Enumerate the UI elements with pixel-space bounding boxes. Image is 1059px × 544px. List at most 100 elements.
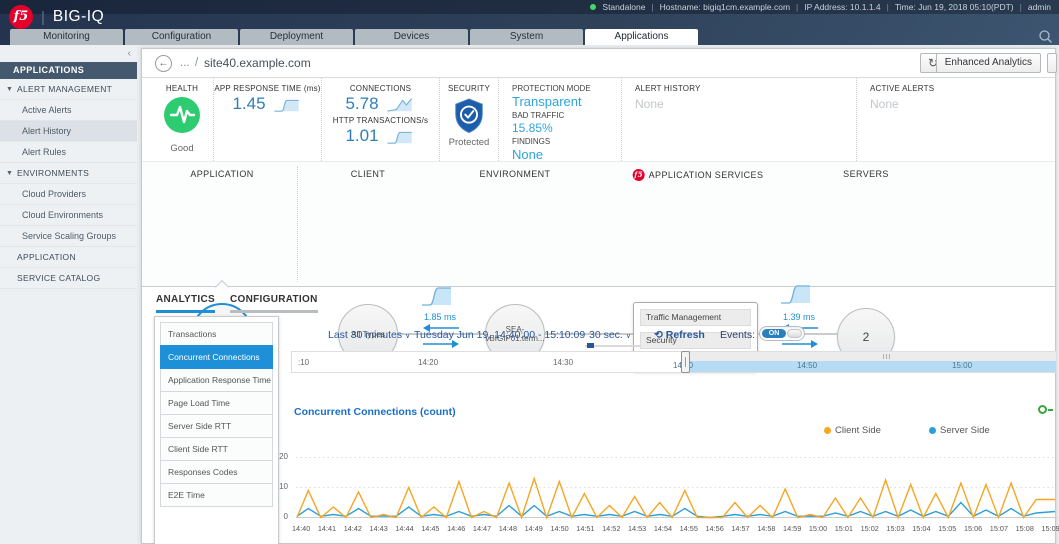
menu-item-server-side-rtt[interactable]: Server Side RTT — [160, 414, 273, 438]
x-tick-label: 15:03 — [886, 524, 904, 533]
x-tick-label: 14:43 — [370, 524, 388, 533]
security-label: SECURITY — [440, 84, 498, 93]
back-button[interactable]: ← — [155, 55, 172, 72]
tab-configuration[interactable]: CONFIGURATION — [230, 294, 318, 313]
menu-item-application-response-time[interactable]: Application Response Time — [160, 368, 273, 392]
sidebar-item-service-catalog[interactable]: SERVICE CATALOG — [0, 268, 137, 289]
interval-slider[interactable] — [585, 345, 641, 347]
f5-logo-icon: f5 — [633, 169, 645, 181]
x-tick-label: 14:44 — [395, 524, 413, 533]
alert-history-card: ALERT HISTORY None — [621, 78, 856, 161]
findings-value[interactable]: None — [512, 147, 621, 162]
interval-dropdown[interactable]: 30 sec.∨ — [589, 329, 631, 341]
tab-applications[interactable]: Applications — [585, 29, 698, 45]
menu-item-responses-codes[interactable]: Responses Codes — [160, 460, 273, 484]
tab-deployment[interactable]: Deployment — [240, 29, 353, 45]
search-icon[interactable] — [1038, 29, 1053, 44]
sidebar-item-label: Alert Rules — [22, 147, 66, 157]
breadcrumb-separator: / — [195, 57, 198, 69]
status-time: Time: Jun 19, 2018 05:10(PDT) — [895, 2, 1014, 12]
sidebar-item-alert-history[interactable]: Alert History — [0, 121, 137, 142]
x-tick-label: 14:49 — [525, 524, 543, 533]
tab-system[interactable]: System — [470, 29, 583, 45]
tab-monitoring[interactable]: Monitoring — [10, 29, 123, 45]
events-toggle[interactable]: ON — [759, 326, 805, 341]
menu-item-e2e-time[interactable]: E2E Time — [160, 483, 273, 507]
divider: | — [887, 2, 889, 12]
timeline-brush-handle[interactable] — [681, 351, 690, 373]
sidebar-item-label: SERVICE CATALOG — [17, 273, 100, 283]
legend-dot-server — [929, 427, 936, 434]
sidebar-item-cloud-providers[interactable]: Cloud Providers — [0, 184, 137, 205]
protection-mode-value[interactable]: Transparent — [512, 94, 621, 109]
sidebar-collapse-icon[interactable]: ‹ — [128, 49, 131, 59]
chart-title: Concurrent Connections (count) — [294, 406, 456, 418]
active-alerts-label: ACTIVE ALERTS — [870, 84, 1056, 93]
alert-history-value: None — [635, 97, 856, 111]
events-label: Events: — [720, 329, 755, 341]
drag-grip-icon[interactable] — [883, 354, 890, 359]
sparkline-step-icon — [271, 95, 303, 113]
flow-application-label: APPLICATION — [190, 169, 253, 179]
legend-client-side[interactable]: Client Side — [824, 425, 881, 436]
page-title: site40.example.com — [204, 56, 311, 70]
legend-server-side[interactable]: Server Side — [929, 425, 990, 436]
x-tick-label: 14:45 — [421, 524, 439, 533]
series-line-client-side — [297, 479, 1055, 518]
shield-check-icon — [451, 97, 487, 135]
timeline-brush[interactable]: :10 14:20 14:30 14:40 14:50 15:00 — [291, 351, 1057, 373]
breadcrumb-bar: ← ... / site40.example.com ↻ ▾ Enhanced … — [142, 49, 1055, 78]
health-card[interactable]: HEALTH Good — [151, 78, 213, 161]
refresh-control[interactable]: ⟲ Refresh — [654, 329, 705, 341]
divider: | — [1020, 2, 1022, 12]
main-nav-tabs: Monitoring Configuration Deployment Devi… — [10, 29, 698, 45]
date-range-label: Tuesday Jun 19, 14:40:00 - 15:10:09 — [414, 329, 585, 341]
timeline-selected-band[interactable] — [689, 361, 1056, 372]
sidebar-item-label: Cloud Providers — [22, 189, 86, 199]
timeline-selected-range[interactable] — [689, 352, 1056, 372]
chevron-down-icon: ▼ — [6, 79, 13, 100]
sidebar-item-cloud-environments[interactable]: Cloud Environments — [0, 205, 137, 226]
enhanced-analytics-button[interactable]: Enhanced Analytics — [936, 53, 1041, 73]
metric-menu: Transactions Concurrent Connections Appl… — [154, 316, 279, 544]
security-card[interactable]: SECURITY Protected — [439, 78, 498, 161]
menu-item-client-side-rtt[interactable]: Client Side RTT — [160, 437, 273, 461]
timeline-tick: 14:30 — [553, 358, 573, 367]
http-transactions-value: 1.01 — [345, 126, 378, 146]
sidebar-item-alert-rules[interactable]: Alert Rules — [0, 142, 137, 163]
tab-devices[interactable]: Devices — [355, 29, 468, 45]
app-response-label: APP RESPONSE TIME (ms) — [214, 84, 321, 93]
x-tick-label: 14:51 — [576, 524, 594, 533]
breadcrumb-ellipsis[interactable]: ... — [180, 57, 190, 69]
x-tick-label: 14:54 — [654, 524, 672, 533]
sidebar-group-alert-management[interactable]: ▼ ALERT MANAGEMENT — [0, 79, 137, 100]
x-tick-label: 14:41 — [318, 524, 336, 533]
partial-button[interactable] — [1047, 53, 1057, 73]
sidebar-group-environments[interactable]: ▼ ENVIRONMENTS — [0, 163, 137, 184]
bad-traffic-value[interactable]: 15.85% — [512, 121, 621, 135]
chart-plot-area[interactable] — [296, 447, 1057, 521]
sidebar-group-label: ENVIRONMENTS — [17, 168, 89, 178]
timeline-selected-track[interactable] — [689, 352, 1056, 361]
x-tick-label: 15:07 — [990, 524, 1008, 533]
user-menu[interactable]: admin — [1028, 2, 1051, 12]
menu-item-transactions[interactable]: Transactions — [160, 322, 273, 346]
x-tick-label: 14:55 — [680, 524, 698, 533]
time-range-dropdown[interactable]: Last 30 minutes∨ — [328, 329, 410, 341]
sidebar-item-service-scaling-groups[interactable]: Service Scaling Groups — [0, 226, 137, 247]
f5-logo-icon: f5 — [9, 5, 33, 29]
sidebar-item-active-alerts[interactable]: Active Alerts — [0, 100, 137, 121]
chevron-down-icon: ∨ — [405, 333, 410, 340]
status-mode: Standalone — [602, 2, 645, 12]
menu-item-page-load-time[interactable]: Page Load Time — [160, 391, 273, 415]
tab-analytics[interactable]: ANALYTICS — [156, 294, 215, 313]
chevron-down-icon: ∨ — [626, 333, 631, 340]
tab-configuration[interactable]: Configuration — [125, 29, 238, 45]
menu-item-concurrent-connections[interactable]: Concurrent Connections — [160, 345, 273, 369]
slider-knob[interactable] — [587, 343, 594, 348]
timeline-tick: :10 — [298, 358, 309, 367]
chart-options-icon[interactable] — [1038, 405, 1053, 414]
analytics-section: ANALYTICS CONFIGURATION Transactions Con… — [142, 287, 1055, 544]
sidebar-item-application-deployments[interactable]: APPLICATION DEPLOYMENTS — [0, 247, 137, 268]
toggle-knob[interactable] — [787, 329, 802, 338]
